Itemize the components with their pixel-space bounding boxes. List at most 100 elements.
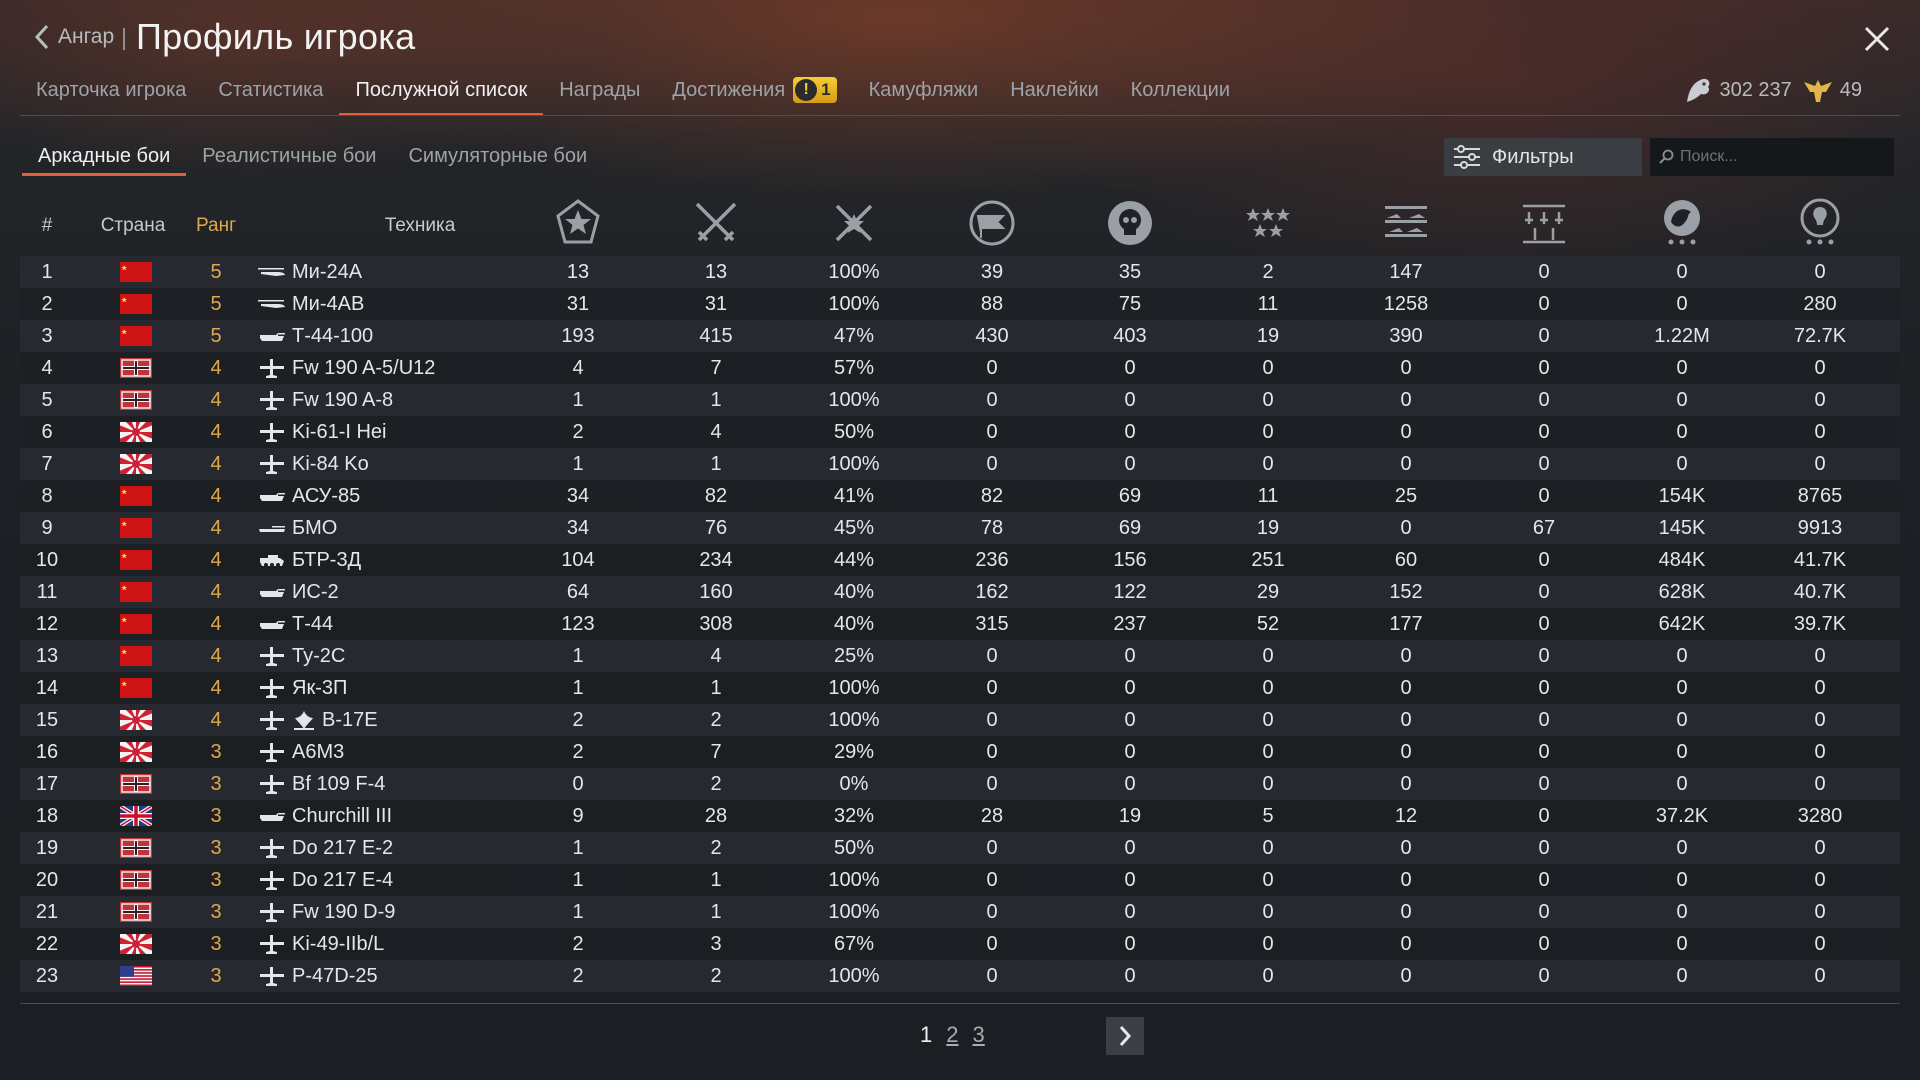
tab-3[interactable]: Награды	[543, 72, 656, 116]
next-page-button[interactable]	[1106, 1017, 1144, 1055]
table-row[interactable]: 6 4 Ki-61-I Hei 2 4 50% 0 0 0 0 0 0 0	[20, 416, 1900, 448]
page-link-3[interactable]: 3	[973, 1022, 985, 1048]
vehicle-name: Fw 190 A-5/U12	[292, 357, 436, 379]
col-stat-header-7[interactable]	[1484, 196, 1604, 256]
tab-5[interactable]: Камуфляжи	[853, 72, 995, 116]
page-link-2[interactable]: 2	[946, 1022, 958, 1048]
vehicle-name: ИС-2	[292, 581, 339, 603]
stat-value: 0	[1400, 389, 1412, 411]
col-stat-header-3[interactable]	[932, 196, 1052, 256]
ussr-flag-icon	[116, 672, 156, 704]
col-rank-header[interactable]: Ранг	[180, 196, 252, 256]
tab-1[interactable]: Статистика	[202, 72, 339, 116]
table-row[interactable]: 17 3 Bf 109 F-4 0 2 0% 0 0 0 0 0 0 0	[20, 768, 1900, 800]
pagination: 123	[920, 1022, 985, 1048]
row-number: 9	[41, 517, 53, 539]
col-stat-header-6[interactable]	[1346, 196, 1466, 256]
table-row[interactable]: 21 3 Fw 190 D-9 1 1 100% 0 0 0 0 0 0 0	[20, 896, 1900, 928]
table-row[interactable]: 23 3 P-47D-25 2 2 100% 0 0 0 0 0 0 0	[20, 960, 1900, 992]
close-icon[interactable]	[1862, 24, 1892, 54]
col-stat-header-8[interactable]	[1622, 196, 1742, 256]
col-stat-header-5[interactable]	[1208, 196, 1328, 256]
stat-value: 0	[1400, 421, 1412, 443]
crossed-swords-icon	[691, 198, 741, 254]
exclamation-icon: !	[795, 79, 818, 101]
stat-value: 88	[980, 293, 1004, 315]
tab-2[interactable]: Послужной список	[339, 72, 543, 116]
table-row[interactable]: 5 4 Fw 190 A-8 1 1 100% 0 0 0 0 0 0 0	[20, 384, 1900, 416]
table-row[interactable]: 4 4 Fw 190 A-5/U12 4 7 57% 0 0 0 0 0 0 0	[20, 352, 1900, 384]
col-stat-header-2[interactable]	[794, 196, 914, 256]
plane-icon	[258, 740, 286, 764]
table-row[interactable]: 3 5 Т-44-100 193 415 47% 430 403 19 390 0 1.22M 72.7…	[20, 320, 1900, 352]
stat-value: 0	[1676, 293, 1688, 315]
vehicle-cell: Fw 190 A-5/U12	[258, 352, 558, 384]
stat-value: 0	[1676, 869, 1688, 891]
stat-value: 0	[1262, 709, 1274, 731]
table-row[interactable]: 9 4 БМО 34 76 45% 78 69 19 0 67 145K 9913	[20, 512, 1900, 544]
japan-flag-icon	[116, 704, 156, 736]
table-row[interactable]: 12 4 Т-44 123 308 40% 315 237 52 177 0 642K 39.7K	[20, 608, 1900, 640]
stat-value: 50%	[833, 837, 875, 859]
table-row[interactable]: 10 4 БТР-3Д 104 234 44% 236 156 251 60 0 484K 41.7K	[20, 544, 1900, 576]
stat-value: 100%	[828, 869, 880, 891]
row-number: 21	[35, 901, 59, 923]
col-stat-header-9[interactable]	[1760, 196, 1880, 256]
mode-tab-0[interactable]: Аркадные бои	[22, 138, 187, 176]
table-row[interactable]: 13 4 Ту-2С 1 4 25% 0 0 0 0 0 0 0	[20, 640, 1900, 672]
stat-value: 415	[699, 325, 733, 347]
vehicle-name: Ми-24А	[292, 261, 363, 283]
stat-value: 0	[1538, 485, 1550, 507]
stat-value: 31	[566, 293, 590, 315]
stat-value: 0	[1538, 549, 1550, 571]
table-row[interactable]: 2 5 Ми-4АВ 31 31 100% 88 75 11 1258 0 0 280	[20, 288, 1900, 320]
vehicle-name: Fw 190 A-8	[292, 389, 394, 411]
vehicle-name: P-47D-25	[292, 965, 378, 987]
col-vehicle-header[interactable]: Техника	[320, 196, 520, 256]
table-row[interactable]: 22 3 Ki-49-IIb/L 2 3 67% 0 0 0 0 0 0 0	[20, 928, 1900, 960]
search-input[interactable]	[1678, 147, 1892, 167]
mode-tab-2[interactable]: Симуляторные бои	[392, 138, 603, 174]
row-number: 5	[41, 389, 53, 411]
tab-7[interactable]: Коллекции	[1115, 72, 1246, 116]
col-number-header[interactable]: #	[32, 196, 62, 256]
back-to-hangar-button[interactable]: Ангар	[34, 24, 114, 50]
table-row[interactable]: 20 3 Do 217 E-4 1 1 100% 0 0 0 0 0 0 0	[20, 864, 1900, 896]
stat-value: 4	[710, 421, 722, 443]
germany-flag-icon	[116, 768, 156, 800]
table-row[interactable]: 1 5 Ми-24А 13 13 100% 39 35 2 147 0 0 0	[20, 256, 1900, 288]
stat-value: 76	[704, 517, 728, 539]
col-stat-header-0[interactable]	[518, 196, 638, 256]
rank-value: 4	[210, 709, 222, 731]
table-row[interactable]: 11 4 ИС-2 64 160 40% 162 122 29 152 0 628K 40.7K	[20, 576, 1900, 608]
col-stat-header-4[interactable]	[1070, 196, 1190, 256]
table-row[interactable]: 14 4 Як-3П 1 1 100% 0 0 0 0 0 0 0	[20, 672, 1900, 704]
stat-value: 11	[1257, 485, 1279, 507]
filters-button[interactable]: Фильтры	[1444, 138, 1642, 176]
stat-value: 100%	[828, 901, 880, 923]
table-row[interactable]: 8 4 АСУ-85 34 82 41% 82 69 11 25 0 154K 8765	[20, 480, 1900, 512]
row-number: 17	[35, 773, 59, 795]
stat-value: 0	[986, 741, 998, 763]
stat-value: 100%	[828, 293, 880, 315]
stat-value: 0	[1262, 773, 1274, 795]
rank-value: 4	[210, 421, 222, 443]
tab-6[interactable]: Наклейки	[994, 72, 1114, 116]
col-stat-header-1[interactable]	[656, 196, 776, 256]
table-row[interactable]: 7 4 Ki-84 Ko 1 1 100% 0 0 0 0 0 0 0	[20, 448, 1900, 480]
tab-4[interactable]: Достижения! 1	[656, 72, 852, 116]
table-row[interactable]: 15 4 B-17E 2 2 100% 0 0 0 0 0 0 0	[20, 704, 1900, 736]
table-row[interactable]: 18 3 Churchill III 9 28 32% 28 19 5 12 0 37.2K 3280	[20, 800, 1900, 832]
page-link-1[interactable]: 1	[920, 1022, 932, 1048]
stat-value: 2	[710, 709, 722, 731]
mode-tab-1[interactable]: Реалистичные бои	[186, 138, 392, 174]
vehicle-cell: Fw 190 A-8	[258, 384, 558, 416]
table-row[interactable]: 16 3 A6M3 2 7 29% 0 0 0 0 0 0 0	[20, 736, 1900, 768]
stat-value: 0	[1676, 389, 1688, 411]
tab-0[interactable]: Карточка игрока	[20, 72, 202, 116]
stat-value: 100%	[828, 677, 880, 699]
col-country-header[interactable]: Страна	[88, 196, 178, 256]
table-row[interactable]: 19 3 Do 217 E-2 1 2 50% 0 0 0 0 0 0 0	[20, 832, 1900, 864]
stat-value: 0	[1400, 357, 1412, 379]
stat-value: 11	[1257, 293, 1279, 315]
